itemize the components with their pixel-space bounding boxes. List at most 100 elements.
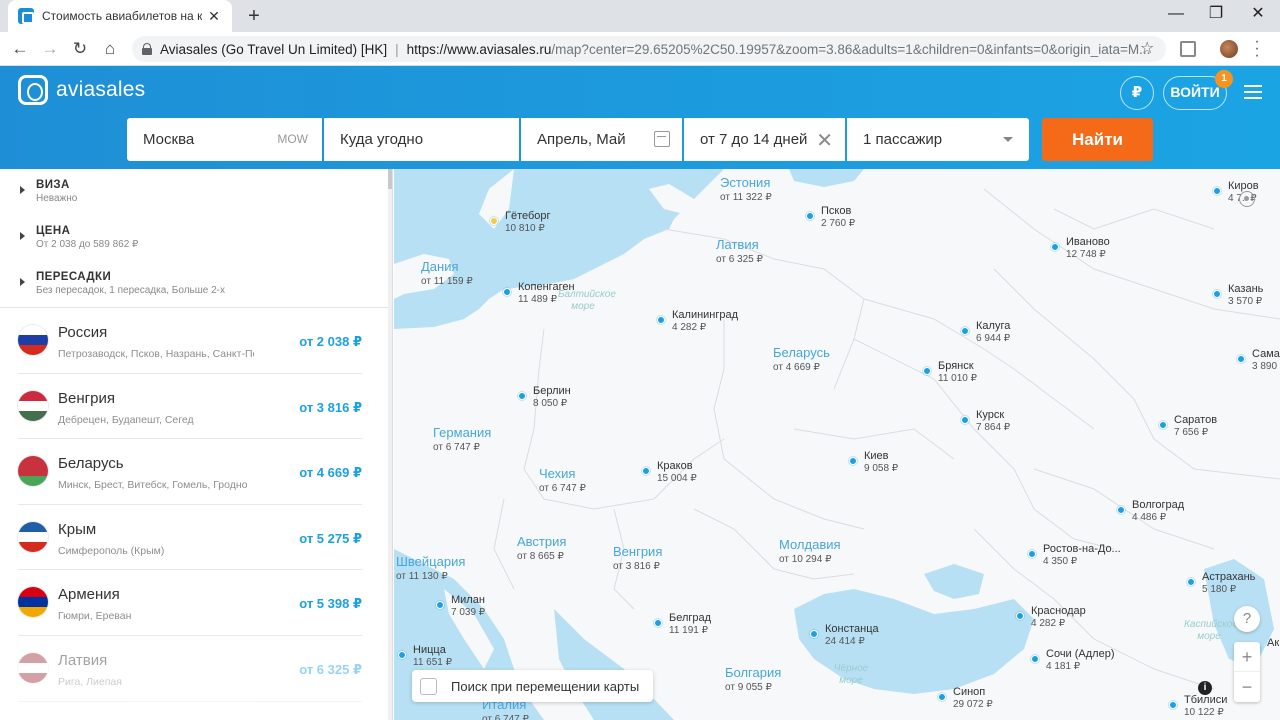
origin-iata-code: MOW	[277, 132, 308, 146]
map-city-price: 10 810 ₽	[505, 223, 545, 234]
map-country-label[interactable]: Латвия	[716, 237, 759, 252]
map-city-price: 6 944 ₽	[976, 333, 1011, 344]
filter-visa[interactable]: ВИЗА Неважно	[0, 169, 392, 215]
country-list-item[interactable]: Армения Гюмри, Ереван от 5 398 ₽	[18, 570, 362, 636]
sea-label: Балтийское море	[558, 289, 616, 312]
scrollbar-thumb[interactable]	[388, 169, 392, 189]
map-country-label[interactable]: Эстония	[720, 175, 770, 190]
map-country-label[interactable]: Болгария	[725, 665, 781, 680]
hamburger-menu-icon[interactable]	[1244, 85, 1262, 99]
lock-icon	[142, 43, 152, 55]
dates-input[interactable]: Апрель, Май	[521, 118, 682, 161]
back-arrow-icon[interactable]: ←	[8, 37, 32, 61]
browser-menu-icon[interactable]: · · ·	[1252, 34, 1262, 64]
map-country-label[interactable]: Дания	[421, 259, 459, 274]
country-list-item[interactable]: Латвия Рига, Лиепая от 6 325 ₽	[18, 636, 362, 702]
country-name: Латвия	[58, 651, 108, 669]
city-pin-icon	[1159, 421, 1167, 429]
map-country-label[interactable]: Австрия	[517, 534, 566, 549]
city-pin-icon	[961, 416, 969, 424]
country-list: Россия Петрозаводск, Псков, Назрань, Санк…	[0, 308, 392, 702]
locate-me-icon[interactable]	[1239, 191, 1255, 207]
zoom-control: + −	[1234, 642, 1260, 702]
map-city-price: 4 282 ₽	[672, 322, 707, 333]
aviasales-logo[interactable]: aviasales	[18, 75, 145, 105]
home-icon[interactable]: ⌂	[98, 37, 122, 61]
country-cities: Симферополь (Крым)	[58, 544, 165, 557]
profile-avatar[interactable]	[1220, 40, 1238, 58]
city-pin-icon	[642, 467, 650, 475]
clear-duration-icon[interactable]: ✕	[816, 128, 833, 153]
map-city-price: 9 058 ₽	[864, 463, 899, 474]
map-city-name: Гётеборг	[505, 210, 551, 222]
country-flag-icon	[18, 652, 48, 683]
zoom-in-button[interactable]: +	[1234, 642, 1260, 672]
country-list-item[interactable]: Беларусь Минск, Брест, Витебск, Гомель, Г…	[18, 439, 362, 505]
bookmark-star-icon[interactable]: ☆	[1140, 38, 1154, 58]
city-pin-icon	[1187, 578, 1195, 586]
map-city-name: Белград	[669, 612, 712, 624]
map-city-name: Псков	[821, 205, 852, 217]
filter-stops[interactable]: ПЕРЕСАДКИ Без пересадок, 1 пересадка, Бо…	[0, 261, 392, 307]
city-pin-icon	[398, 651, 406, 659]
new-tab-button[interactable]: +	[244, 4, 264, 28]
map-city-name: Тбилиси	[1184, 694, 1228, 706]
country-cities: Гюмри, Ереван	[58, 610, 132, 623]
map-country-price: от 6 747 ₽	[433, 442, 480, 453]
map-city-name: Калуга	[976, 320, 1011, 332]
map-city-price: 3 570 ₽	[1228, 296, 1263, 307]
filter-value: Неважно	[36, 193, 78, 204]
city-pin-icon	[1016, 612, 1024, 620]
forward-arrow-icon[interactable]: →	[38, 37, 62, 61]
window-close-button[interactable]: ✕	[1238, 0, 1278, 30]
aviasales-favicon-icon	[18, 8, 34, 24]
info-icon[interactable]: i	[1198, 681, 1212, 695]
help-button[interactable]: ?	[1234, 606, 1260, 632]
map-country-label[interactable]: Беларусь	[773, 345, 830, 360]
search-form: Москва MOW Куда угодно Апрель, Май от 7 …	[127, 118, 1153, 161]
window-restore-button[interactable]: ❐	[1196, 0, 1236, 30]
search-on-move-checkbox[interactable]	[420, 677, 437, 695]
tab-close-icon[interactable]: ✕	[206, 8, 222, 25]
map-city-name: Саратов	[1174, 414, 1218, 426]
map-country-label[interactable]: Германия	[433, 425, 491, 440]
browser-tab-active[interactable]: Стоимость авиабилетов на карте ✕	[8, 0, 232, 32]
map-city-name: Краснодар	[1031, 605, 1086, 617]
passengers-select[interactable]: 1 пассажир	[847, 118, 1029, 161]
origin-input[interactable]: Москва MOW	[127, 118, 322, 161]
map-country-label[interactable]: Чехия	[539, 466, 575, 481]
country-list-item[interactable]: Венгрия Дебрецен, Будапешт, Сегед от 3 816…	[18, 374, 362, 440]
address-bar[interactable]: Aviasales (Go Travel Un Limited) [HK] | …	[132, 36, 1166, 62]
map-country-label[interactable]: Швейцария	[396, 554, 465, 569]
search-button[interactable]: Найти	[1042, 118, 1153, 161]
map-city-price: 12 748 ₽	[1066, 249, 1106, 260]
city-pin-icon	[923, 367, 931, 375]
city-pin-icon	[436, 601, 444, 609]
map-country-label[interactable]: Молдавия	[779, 537, 841, 552]
trip-duration-input[interactable]: от 7 до 14 дней ✕	[684, 118, 845, 161]
aviasales-logo-icon	[18, 75, 48, 105]
reload-icon[interactable]: ↻	[68, 37, 92, 61]
dates-value: Апрель, Май	[537, 131, 626, 148]
country-price: от 6 325 ₽	[299, 661, 362, 677]
url-separator: |	[395, 41, 399, 57]
sidebar-scrollbar[interactable]	[388, 169, 392, 720]
map-city-name: Астрахань	[1202, 571, 1256, 583]
map-country-price: от 6 747 ₽	[539, 483, 586, 494]
price-map[interactable]: Гётеборг 10 810 ₽ Копенгаген 11 489 ₽ Калини…	[394, 169, 1280, 720]
country-flag-icon	[18, 521, 48, 552]
extension-icon[interactable]	[1180, 41, 1196, 57]
window-minimize-button[interactable]: —	[1156, 0, 1196, 30]
destination-input[interactable]: Куда угодно	[324, 118, 519, 161]
country-list-item[interactable]: Россия Петрозаводск, Псков, Назрань, Санк…	[18, 308, 362, 374]
zoom-out-button[interactable]: −	[1234, 672, 1260, 702]
search-on-move-toggle[interactable]: Поиск при перемещении карты	[412, 670, 654, 702]
filter-price[interactable]: ЦЕНА От 2 038 до 589 862 ₽	[0, 215, 392, 261]
city-pin-icon	[1169, 701, 1177, 709]
passengers-value: 1 пассажир	[863, 131, 943, 148]
country-list-item[interactable]: Крым Симферополь (Крым) от 5 275 ₽	[18, 505, 362, 571]
country-flag-icon	[18, 587, 48, 618]
map-country-label[interactable]: Венгрия	[613, 544, 662, 559]
currency-button[interactable]: ₽	[1120, 76, 1154, 110]
city-pin-icon	[1031, 655, 1039, 663]
